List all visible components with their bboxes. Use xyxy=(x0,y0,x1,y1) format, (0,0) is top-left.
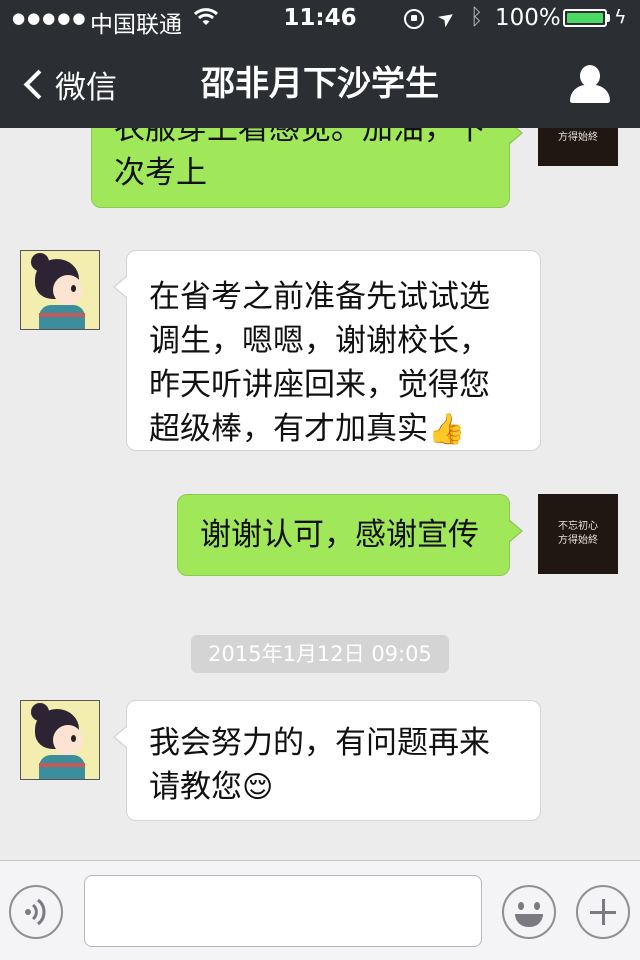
avatar-text-line: 不忘初心 xyxy=(558,521,598,532)
friend-avatar[interactable] xyxy=(20,700,100,780)
battery-tip xyxy=(607,14,610,22)
relieved-face-emoji-icon: 😌 xyxy=(242,770,274,805)
chat-title: 邵非月下沙学生 xyxy=(201,64,439,104)
message-timestamp: 2015年1月12日 09:05 xyxy=(191,635,449,673)
navigation-bar: 微信 邵非月下沙学生 xyxy=(0,40,640,128)
emoji-button[interactable] xyxy=(502,885,556,939)
message-text: 谢谢认可，感谢宣传 xyxy=(200,517,479,553)
my-avatar[interactable]: 不忘初心 方得始終 xyxy=(538,494,618,574)
voice-icon xyxy=(25,898,46,926)
battery-percent: 100% xyxy=(495,5,561,31)
battery-level-fill xyxy=(567,13,603,23)
battery-icon xyxy=(563,9,607,27)
message-text: 我会努力的，有问题再来请教您 xyxy=(149,725,490,805)
incoming-message-bubble[interactable]: 在省考之前准备先试试选调生，嗯嗯，谢谢校长，昨天听讲座回来，觉得您超级棒，有才加… xyxy=(113,250,541,451)
top-header: ●●●●● 中国联通 11:46 ➤ ᛒ 100% ϟ 微信 邵非月下沙学生 xyxy=(0,0,640,128)
friend-avatar[interactable] xyxy=(20,250,100,330)
incoming-message-bubble[interactable]: 我会努力的，有问题再来请教您😌 xyxy=(113,700,541,821)
bluetooth-icon: ᛒ xyxy=(470,5,484,30)
thumbs-up-emoji-icon: 👍 xyxy=(428,412,466,447)
charging-bolt-icon: ϟ xyxy=(614,6,627,28)
contact-profile-icon[interactable] xyxy=(568,65,612,105)
avatar-text-line: 方得始終 xyxy=(558,132,598,143)
avatar-text-line: 方得始終 xyxy=(558,535,598,546)
rotation-lock-icon xyxy=(404,9,424,29)
outgoing-message-bubble[interactable]: 谢谢认可，感谢宣传 xyxy=(177,494,523,576)
message-input-bar xyxy=(0,860,640,960)
message-text-input[interactable] xyxy=(84,875,482,947)
chat-area[interactable]: 衣服穿上看感觉。加油，下次考上 不忘初心 方得始終 在省考之前准备先试试选调生，… xyxy=(0,0,640,860)
status-bar: ●●●●● 中国联通 11:46 ➤ ᛒ 100% ϟ xyxy=(0,0,640,40)
more-options-button[interactable] xyxy=(576,885,630,939)
voice-input-button[interactable] xyxy=(9,885,63,939)
